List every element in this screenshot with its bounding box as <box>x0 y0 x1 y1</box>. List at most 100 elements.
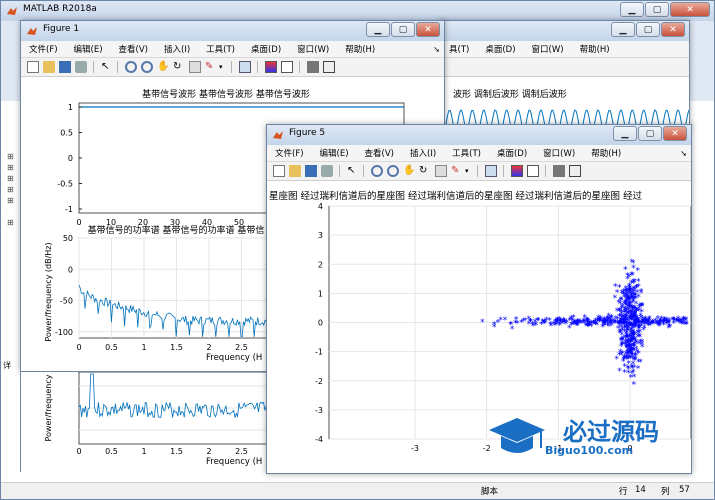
figure5-menu-tools[interactable]: 工具(T) <box>444 147 489 159</box>
figure1-minimize-button[interactable]: ▁ <box>366 22 390 37</box>
print-icon[interactable] <box>321 165 333 177</box>
zoom-out-icon[interactable] <box>387 165 399 177</box>
constellation-point: * <box>560 319 565 329</box>
constellation-point: * <box>592 320 597 330</box>
zoom-in-icon[interactable] <box>125 61 137 73</box>
figure5-menu-desktop[interactable]: 桌面(D) <box>489 147 535 159</box>
figure5-menu-view[interactable]: 查看(V) <box>357 147 402 159</box>
constellation-point: * <box>628 337 633 347</box>
legend-icon[interactable] <box>527 165 539 177</box>
constellation-point: * <box>492 323 497 333</box>
plot2-xtick-label: 1.5 <box>170 343 183 352</box>
rotate-icon[interactable]: ↻ <box>173 61 185 73</box>
zoom-out-icon[interactable] <box>141 61 153 73</box>
figure5-menu-dock-icon[interactable]: ➘ <box>680 149 687 158</box>
figure1-menu-insert[interactable]: 插入(I) <box>156 43 198 55</box>
data-cursor-icon[interactable] <box>189 61 201 73</box>
plot1-ytick-label: 0 <box>68 154 73 163</box>
brush-dropdown-icon[interactable]: ▾ <box>219 61 225 73</box>
figure5-close-button[interactable]: ✕ <box>663 126 687 141</box>
status-col-value: 57 <box>679 485 690 495</box>
link-plot-icon[interactable] <box>239 61 251 73</box>
constellation-point: * <box>613 283 618 293</box>
figure5-menu-window[interactable]: 窗口(W) <box>535 147 583 159</box>
pointer-icon[interactable]: ↖ <box>101 61 113 73</box>
figure5-menu-file[interactable]: 文件(F) <box>267 147 312 159</box>
new-figure-icon[interactable] <box>27 61 39 73</box>
brush-icon[interactable]: ✎ <box>451 165 463 177</box>
constellation-ytick-label: 3 <box>318 231 323 240</box>
back-menu-window[interactable]: 窗口(W) <box>524 43 572 55</box>
figure5-menu-edit[interactable]: 编辑(E) <box>312 147 357 159</box>
colorbar-icon[interactable] <box>265 61 277 73</box>
figure1-menu-file[interactable]: 文件(F) <box>21 43 66 55</box>
back-menu-help[interactable]: 帮助(H) <box>572 43 618 55</box>
new-figure-icon[interactable] <box>273 165 285 177</box>
pan-hand-icon[interactable]: ✋ <box>157 61 169 73</box>
pan-hand-icon[interactable]: ✋ <box>403 165 415 177</box>
show-plot-tools-icon[interactable] <box>323 61 335 73</box>
link-plot-icon[interactable] <box>485 165 497 177</box>
figure1-maximize-button[interactable]: ▢ <box>391 22 415 37</box>
print-icon[interactable] <box>75 61 87 73</box>
plot1-ytick-label: -1 <box>65 205 73 214</box>
figure-back-window[interactable]: ▁ ▢ ✕ 具(T) 桌面(D) 窗口(W) 帮助(H) 波形 调制后波形 调制… <box>440 20 690 130</box>
matlab-logo-icon <box>27 27 37 35</box>
legend-icon[interactable] <box>281 61 293 73</box>
constellation-point: * <box>636 267 641 277</box>
save-icon[interactable] <box>59 61 71 73</box>
figure1-title-bar[interactable]: Figure 1 ▁ ▢ ✕ <box>21 21 444 41</box>
figure5-title-bar[interactable]: Figure 5 ▁ ▢ ✕ <box>267 125 691 145</box>
data-cursor-icon[interactable] <box>435 165 447 177</box>
plot1-ytick-label: 0.5 <box>60 129 73 138</box>
constellation-point: * <box>636 293 641 303</box>
constellation-point: * <box>627 273 632 283</box>
back-title-bar: ▁ ▢ ✕ <box>441 21 689 41</box>
figure5-maximize-button[interactable]: ▢ <box>638 126 662 141</box>
open-file-icon[interactable] <box>289 165 301 177</box>
hide-plot-tools-icon[interactable] <box>553 165 565 177</box>
plot1-ytick-label: -0.5 <box>57 180 73 189</box>
plot2-ytick-label: 0 <box>68 265 73 274</box>
rotate-icon[interactable]: ↻ <box>419 165 431 177</box>
figure1-menu-help[interactable]: 帮助(H) <box>337 43 383 55</box>
colorbar-icon[interactable] <box>511 165 523 177</box>
figure1-menu-dock-icon[interactable]: ➘ <box>433 45 440 54</box>
hide-plot-tools-icon[interactable] <box>307 61 319 73</box>
constellation-point: * <box>529 317 534 327</box>
figure1-menu-window[interactable]: 窗口(W) <box>289 43 337 55</box>
figure1-menu-view[interactable]: 查看(V) <box>111 43 156 55</box>
figure5-minimize-button[interactable]: ▁ <box>613 126 637 141</box>
back-minimize-button[interactable]: ▁ <box>611 22 635 37</box>
minimize-button[interactable]: ▁ <box>620 2 644 17</box>
close-button[interactable]: ✕ <box>670 2 710 17</box>
plot1-ytick-label: 1 <box>68 103 73 112</box>
back-maximize-button[interactable]: ▢ <box>636 22 660 37</box>
back-menu-desktop[interactable]: 桌面(D) <box>477 43 523 55</box>
save-icon[interactable] <box>305 165 317 177</box>
left-panel-expanders[interactable]: ⊞ ⊞ ⊞ ⊞ ⊞ ⊞ <box>7 151 19 231</box>
plot2-ylabel: Power/frequency (dB/Hz) <box>44 242 53 341</box>
open-file-icon[interactable] <box>43 61 55 73</box>
status-line-value: 14 <box>635 485 646 495</box>
constellation-point: * <box>632 380 637 390</box>
toolbar-separator <box>299 61 300 73</box>
main-title-bar[interactable]: MATLAB R2018a ▁ ▢ ✕ <box>1 1 714 21</box>
back-menu-tools[interactable]: 具(T) <box>441 43 477 55</box>
lower-figure-area: 详 0 0.5 1 1.5 2 2.5 Power/frequency Frequency… <box>3 361 272 472</box>
figure1-menu-edit[interactable]: 编辑(E) <box>66 43 111 55</box>
zoom-in-icon[interactable] <box>371 165 383 177</box>
figure1-close-button[interactable]: ✕ <box>416 22 440 37</box>
show-plot-tools-icon[interactable] <box>569 165 581 177</box>
brush-icon[interactable]: ✎ <box>205 61 217 73</box>
back-close-button[interactable]: ✕ <box>661 22 685 37</box>
figure5-menu-insert[interactable]: 插入(I) <box>402 147 444 159</box>
maximize-button[interactable]: ▢ <box>645 2 669 17</box>
pointer-icon[interactable]: ↖ <box>347 165 359 177</box>
brush-dropdown-icon[interactable]: ▾ <box>465 165 471 177</box>
matlab-logo-icon <box>7 7 17 15</box>
toolbar-separator <box>93 61 94 73</box>
figure1-menu-desktop[interactable]: 桌面(D) <box>243 43 289 55</box>
figure1-menu-tools[interactable]: 工具(T) <box>198 43 243 55</box>
figure5-menu-help[interactable]: 帮助(H) <box>583 147 629 159</box>
